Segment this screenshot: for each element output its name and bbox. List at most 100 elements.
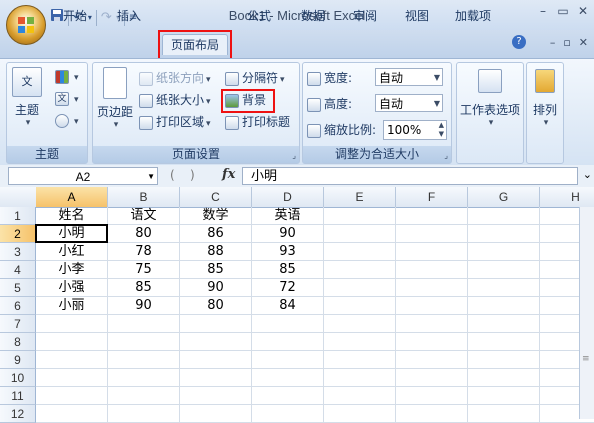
cell-g3[interactable] xyxy=(468,243,540,261)
cancel-entry-icon[interactable]: ( xyxy=(170,168,175,182)
vertical-scrollbar[interactable]: ≡ xyxy=(579,207,594,419)
column-header-f[interactable]: F xyxy=(396,187,468,207)
cell-e5[interactable] xyxy=(324,279,396,297)
cell-f11[interactable] xyxy=(396,387,468,405)
close-icon[interactable]: ✕ xyxy=(576,4,590,18)
arrange-button[interactable]: 排列 ▾ xyxy=(527,69,563,128)
cell-d11[interactable] xyxy=(252,387,324,405)
cell-e9[interactable] xyxy=(324,351,396,369)
cell-c8[interactable] xyxy=(180,333,252,351)
workbook-restore-icon[interactable]: ▫ xyxy=(563,36,570,49)
cell-d1[interactable]: 英语 xyxy=(252,207,324,225)
cell-f9[interactable] xyxy=(396,351,468,369)
row-header-3[interactable]: 3 xyxy=(0,243,36,261)
cell-e1[interactable] xyxy=(324,207,396,225)
cell-b9[interactable] xyxy=(108,351,180,369)
cell-c11[interactable] xyxy=(180,387,252,405)
cell-a1[interactable]: 姓名 xyxy=(36,207,108,225)
cell-e12[interactable] xyxy=(324,405,396,423)
cell-b1[interactable]: 语文 xyxy=(108,207,180,225)
cell-b5[interactable]: 85 xyxy=(108,279,180,297)
cell-d2[interactable]: 90 xyxy=(252,225,324,243)
cell-g9[interactable] xyxy=(468,351,540,369)
office-button[interactable] xyxy=(6,5,46,45)
cell-a8[interactable] xyxy=(36,333,108,351)
column-header-b[interactable]: B xyxy=(108,187,180,207)
workbook-minimize-icon[interactable]: – xyxy=(550,36,556,49)
tab-review[interactable]: 审阅 xyxy=(348,6,382,26)
cell-g4[interactable] xyxy=(468,261,540,279)
cell-c12[interactable] xyxy=(180,405,252,423)
cell-f1[interactable] xyxy=(396,207,468,225)
cell-d9[interactable] xyxy=(252,351,324,369)
cell-b4[interactable]: 75 xyxy=(108,261,180,279)
print-titles-button[interactable]: 打印标题 xyxy=(225,113,290,131)
cell-b6[interactable]: 90 xyxy=(108,297,180,315)
tab-add-ins[interactable]: 加载项 xyxy=(450,6,496,26)
cell-a4[interactable]: 小李 xyxy=(36,261,108,279)
cell-d12[interactable] xyxy=(252,405,324,423)
cell-b8[interactable] xyxy=(108,333,180,351)
column-header-e[interactable]: E xyxy=(324,187,396,207)
breaks-button[interactable]: 分隔符 ▾ xyxy=(225,69,285,87)
cell-b3[interactable]: 78 xyxy=(108,243,180,261)
spinner-arrows-icon[interactable]: ▲ ▼ xyxy=(439,121,444,139)
cell-d8[interactable] xyxy=(252,333,324,351)
size-button[interactable]: 纸张大小 ▾ xyxy=(139,91,211,109)
cell-c4[interactable]: 85 xyxy=(180,261,252,279)
tab-home[interactable]: 开始 xyxy=(58,6,92,26)
row-header-4[interactable]: 4 xyxy=(0,261,36,279)
sheet-options-button[interactable]: 工作表选项 ▾ xyxy=(457,69,523,128)
chevron-down-icon[interactable]: ▼ xyxy=(147,168,155,186)
help-icon[interactable]: ? xyxy=(512,35,526,49)
cell-b7[interactable] xyxy=(108,315,180,333)
print-area-button[interactable]: 打印区域 ▾ xyxy=(139,113,211,131)
cell-d10[interactable] xyxy=(252,369,324,387)
cell-e6[interactable] xyxy=(324,297,396,315)
cell-g7[interactable] xyxy=(468,315,540,333)
cell-f5[interactable] xyxy=(396,279,468,297)
cell-c5[interactable]: 90 xyxy=(180,279,252,297)
cell-f7[interactable] xyxy=(396,315,468,333)
formula-input[interactable]: 小明 xyxy=(242,167,578,185)
row-header-2[interactable]: 2 xyxy=(0,225,36,243)
tab-formulas[interactable]: 公式 xyxy=(242,6,276,26)
cell-a3[interactable]: 小红 xyxy=(36,243,108,261)
cell-c1[interactable]: 数学 xyxy=(180,207,252,225)
cell-f10[interactable] xyxy=(396,369,468,387)
column-header-h[interactable]: H xyxy=(540,187,594,207)
theme-effects-button[interactable]: ▾ xyxy=(55,111,79,129)
cell-a11[interactable] xyxy=(36,387,108,405)
cell-e10[interactable] xyxy=(324,369,396,387)
row-header-5[interactable]: 5 xyxy=(0,279,36,297)
cell-e7[interactable] xyxy=(324,315,396,333)
theme-colors-button[interactable]: ▾ xyxy=(55,67,79,85)
cell-d5[interactable]: 72 xyxy=(252,279,324,297)
cell-a9[interactable] xyxy=(36,351,108,369)
tab-view[interactable]: 视图 xyxy=(400,6,434,26)
confirm-entry-icon[interactable]: ) xyxy=(190,168,195,182)
cell-g5[interactable] xyxy=(468,279,540,297)
dialog-launcher-icon[interactable]: ⌟ xyxy=(444,151,448,160)
orientation-button[interactable]: 纸张方向 ▾ xyxy=(139,69,211,87)
select-all-button[interactable] xyxy=(0,187,37,207)
cell-d7[interactable] xyxy=(252,315,324,333)
cell-c10[interactable] xyxy=(180,369,252,387)
row-header-1[interactable]: 1 xyxy=(0,207,36,225)
cell-g2[interactable] xyxy=(468,225,540,243)
cell-c2[interactable]: 86 xyxy=(180,225,252,243)
cell-g8[interactable] xyxy=(468,333,540,351)
cell-a10[interactable] xyxy=(36,369,108,387)
cell-f3[interactable] xyxy=(396,243,468,261)
width-select[interactable]: 自动 ▼ xyxy=(375,68,443,86)
cell-e2[interactable] xyxy=(324,225,396,243)
cell-d4[interactable]: 85 xyxy=(252,261,324,279)
cell-g10[interactable] xyxy=(468,369,540,387)
workbook-close-icon[interactable]: ✕ xyxy=(579,36,588,49)
row-header-6[interactable]: 6 xyxy=(0,297,36,315)
cell-d6[interactable]: 84 xyxy=(252,297,324,315)
tab-data[interactable]: 数据 xyxy=(296,6,330,26)
column-header-a[interactable]: A xyxy=(36,187,108,207)
cell-c7[interactable] xyxy=(180,315,252,333)
themes-button[interactable]: 文 主题 ▾ xyxy=(11,67,43,128)
